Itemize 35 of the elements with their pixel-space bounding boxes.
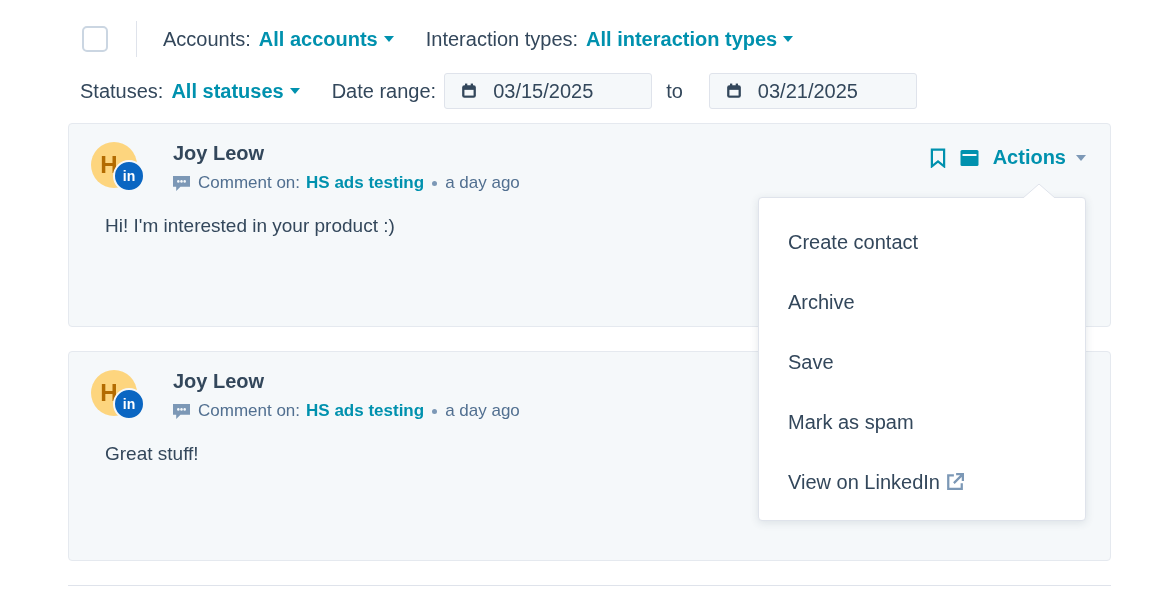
select-all-checkbox[interactable]	[82, 26, 108, 52]
caret-icon	[289, 88, 300, 94]
comment-icon	[173, 175, 190, 191]
comment-text: Hi! I'm interested in your product :)	[104, 215, 396, 237]
calendar-icon	[461, 83, 478, 99]
context-label: Comment on:	[198, 401, 301, 421]
filter-dropdown[interactable]: All statuses	[171, 79, 300, 103]
filter-label: Accounts:	[163, 27, 251, 51]
caret-icon	[383, 36, 394, 42]
filter-dropdown[interactable]: All accounts	[258, 27, 394, 51]
timestamp: a day ago	[445, 401, 520, 421]
menu-item[interactable]: View on LinkedIn	[759, 452, 1085, 512]
filter-label: Date range:	[331, 79, 437, 103]
caret-icon	[1076, 154, 1086, 161]
calendar-icon	[725, 83, 742, 99]
filter-label: Interaction types:	[425, 27, 579, 51]
author-name: Joy Leow	[173, 142, 266, 165]
menu-item[interactable]: Create contact	[759, 212, 1085, 272]
external-link-icon	[945, 473, 964, 491]
menu-item[interactable]: Archive	[759, 272, 1085, 332]
timestamp: a day ago	[445, 173, 520, 193]
menu-item[interactable]: Save	[759, 332, 1085, 392]
author-name: Joy Leow	[173, 370, 266, 393]
date-field[interactable]: 03/21/2025	[708, 73, 917, 109]
filter-label: Statuses:	[80, 79, 164, 103]
bookmark-icon[interactable]	[929, 147, 946, 168]
date-field[interactable]: 03/15/2025	[444, 73, 653, 109]
filter-dropdown[interactable]: All interaction types	[586, 27, 794, 51]
comment-icon	[173, 403, 190, 419]
menu-item[interactable]: Mark as spam	[759, 392, 1085, 452]
comment-text: Great stuff!	[104, 443, 200, 465]
date-separator: to	[666, 79, 683, 103]
caret-icon	[783, 36, 794, 42]
context-label: Comment on:	[198, 173, 301, 193]
archive-icon[interactable]	[959, 149, 979, 166]
